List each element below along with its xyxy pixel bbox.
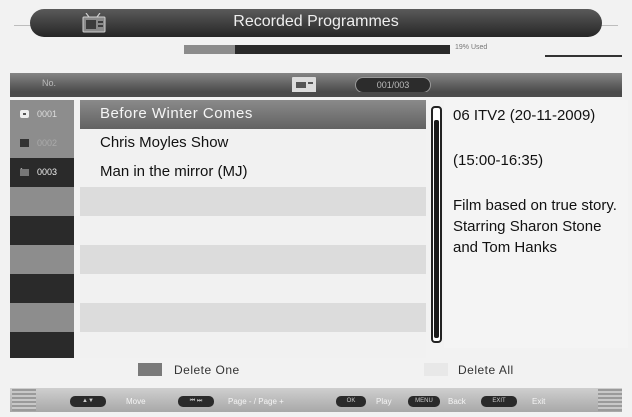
- list-scrollbar[interactable]: [431, 106, 442, 343]
- right-grip-decoration: [598, 389, 622, 411]
- empty-list-row: [80, 332, 426, 358]
- title-bar: Recorded Programmes: [30, 9, 602, 37]
- table-row-number[interactable]: 0003: [10, 158, 74, 187]
- programme-time: (15:00-16:35): [453, 152, 544, 169]
- programme-number: 0002: [37, 138, 58, 148]
- empty-list-row: [80, 274, 426, 303]
- page-key-icon: ⏮ ⏭: [178, 396, 214, 407]
- empty-list-row: [80, 245, 426, 274]
- list-item-selected[interactable]: Before Winter Comes: [80, 100, 426, 129]
- programme-info-panel: 06 ITV2 (20-11-2009) (15:00-16:35) Film …: [444, 100, 628, 348]
- programme-number: 0001: [37, 109, 58, 119]
- programme-title: Man in the mirror (MJ): [100, 163, 248, 180]
- back-hint-label: Back: [448, 397, 466, 406]
- disk-usage-bar: [184, 45, 450, 54]
- left-grip-decoration: [12, 389, 36, 411]
- recording-icon: [20, 168, 29, 176]
- exit-hint-label: Exit: [532, 397, 546, 406]
- page-title: Recorded Programmes: [233, 13, 399, 30]
- move-key-icon: ▲▼: [70, 396, 106, 407]
- usage-divider: [545, 55, 622, 57]
- recording-icon: [20, 139, 29, 147]
- menu-key-icon: MENU: [408, 396, 440, 407]
- empty-number-cell: [10, 303, 74, 332]
- play-hint-label: Play: [376, 397, 392, 406]
- empty-number-cell: [10, 187, 74, 216]
- header-divider: [10, 92, 622, 97]
- empty-number-cell: [10, 274, 74, 303]
- programme-description: Film based on true story. Starring Sharo…: [453, 197, 617, 256]
- table-row-number[interactable]: 0002: [10, 129, 74, 158]
- list-item[interactable]: Man in the mirror (MJ): [80, 158, 426, 187]
- disk-usage-fill: [184, 45, 235, 54]
- recording-icon: [20, 110, 29, 118]
- ok-key-icon: OK: [336, 396, 366, 407]
- scrollbar-thumb[interactable]: [434, 120, 439, 338]
- page-counter: 001/003: [355, 77, 431, 93]
- programme-number-column: 0001 0002 0003: [10, 100, 74, 358]
- disk-usage-label: 19% Used: [455, 44, 488, 51]
- empty-number-cell: [10, 332, 74, 358]
- delete-one-label[interactable]: Delete One: [174, 363, 240, 377]
- page-hint-label: Page - / Page +: [228, 397, 284, 406]
- table-row-number[interactable]: 0001: [10, 100, 74, 129]
- programme-title: Chris Moyles Show: [100, 134, 229, 151]
- number-column-header: No.: [42, 78, 57, 88]
- delete-all-color-key[interactable]: [424, 363, 448, 376]
- empty-list-row: [80, 303, 426, 332]
- programme-channel-date: 06 ITV2 (20-11-2009): [453, 107, 596, 124]
- list-item[interactable]: Chris Moyles Show: [80, 129, 426, 158]
- empty-number-cell: [10, 216, 74, 245]
- empty-list-row: [80, 187, 426, 216]
- programme-number: 0003: [37, 167, 58, 177]
- exit-key-icon: EXIT: [481, 396, 517, 407]
- delete-one-color-key[interactable]: [138, 363, 162, 376]
- programme-list: Before Winter Comes Chris Moyles Show Ma…: [80, 100, 426, 358]
- empty-number-cell: [10, 245, 74, 274]
- empty-list-row: [80, 216, 426, 245]
- programme-title: Before Winter Comes: [100, 105, 253, 122]
- move-hint-label: Move: [126, 397, 146, 406]
- delete-all-label[interactable]: Delete All: [458, 363, 514, 377]
